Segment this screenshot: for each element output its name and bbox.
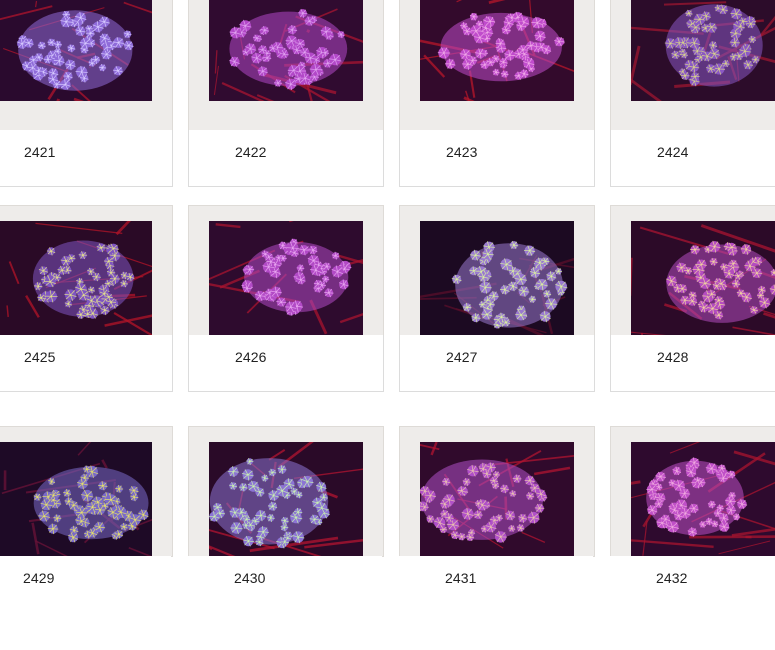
- thumbnail-label[interactable]: 2427: [446, 349, 478, 365]
- thumbnail-label[interactable]: 2431: [445, 570, 477, 586]
- thumbnail-frame: [610, 426, 775, 557]
- caption-box: 2428: [610, 335, 775, 392]
- caption-box: 2427: [399, 335, 595, 392]
- coral-photo[interactable]: [0, 0, 152, 101]
- coral-photo[interactable]: [0, 221, 152, 336]
- coral-photo[interactable]: [209, 221, 363, 336]
- caption-box: 2432: [610, 556, 775, 612]
- thumbnail-card[interactable]: 2424: [610, 0, 775, 205]
- thumbnail-frame: [399, 0, 595, 131]
- thumbnail-card[interactable]: 2426: [188, 205, 384, 410]
- coral-photo[interactable]: [631, 0, 775, 101]
- thumbnail-card[interactable]: 2428: [610, 205, 775, 410]
- caption-box: 2422: [188, 130, 384, 187]
- thumbnail-frame: [0, 0, 173, 131]
- thumbnail-card[interactable]: 2429: [0, 426, 173, 631]
- coral-photo[interactable]: [0, 442, 152, 557]
- coral-photo[interactable]: [420, 0, 574, 101]
- thumbnail-card[interactable]: 2430: [188, 426, 384, 631]
- thumbnail-frame: [188, 205, 384, 336]
- thumbnail-card[interactable]: 2425: [0, 205, 173, 410]
- thumbnail-frame: [610, 205, 775, 336]
- thumbnail-frame: [0, 205, 173, 336]
- caption-box: 2423: [399, 130, 595, 187]
- caption-box: 2421: [0, 130, 173, 187]
- caption-box: 2425: [0, 335, 173, 392]
- thumbnail-label[interactable]: 2425: [24, 349, 56, 365]
- thumbnail-label[interactable]: 2421: [24, 144, 56, 160]
- caption-box: 2429: [0, 556, 171, 612]
- thumbnail-frame: [0, 426, 173, 557]
- thumbnail-card[interactable]: 2427: [399, 205, 595, 410]
- coral-photo[interactable]: [420, 221, 574, 336]
- thumbnail-label[interactable]: 2422: [235, 144, 267, 160]
- thumbnail-label[interactable]: 2430: [234, 570, 266, 586]
- thumbnail-label[interactable]: 2423: [446, 144, 478, 160]
- thumbnail-frame: [188, 426, 384, 557]
- thumbnail-card[interactable]: 2421: [0, 0, 173, 205]
- coral-photo[interactable]: [209, 442, 363, 557]
- caption-box: 2430: [188, 556, 382, 612]
- thumbnail-card[interactable]: 2423: [399, 0, 595, 205]
- thumbnail-frame: [399, 205, 595, 336]
- thumbnail-card[interactable]: 2422: [188, 0, 384, 205]
- coral-photo[interactable]: [631, 442, 775, 557]
- thumbnail-frame: [610, 0, 775, 131]
- caption-box: 2426: [188, 335, 384, 392]
- thumbnail-label[interactable]: 2429: [23, 570, 55, 586]
- thumbnail-label[interactable]: 2424: [657, 144, 689, 160]
- caption-box: 2424: [610, 130, 775, 187]
- thumbnail-label[interactable]: 2432: [656, 570, 688, 586]
- thumbnail-card[interactable]: 2432: [610, 426, 775, 631]
- coral-photo[interactable]: [209, 0, 363, 101]
- thumbnail-frame: [399, 426, 595, 557]
- thumbnail-frame: [188, 0, 384, 131]
- thumbnail-card[interactable]: 2431: [399, 426, 595, 631]
- thumbnail-label[interactable]: 2426: [235, 349, 267, 365]
- thumbnail-grid: 2421 2422 2423 2424 2425 2426 2427 2428 2429 2430…: [0, 0, 775, 650]
- coral-photo[interactable]: [420, 442, 574, 557]
- caption-box: 2431: [399, 556, 593, 612]
- coral-photo[interactable]: [631, 221, 775, 336]
- thumbnail-label[interactable]: 2428: [657, 349, 689, 365]
